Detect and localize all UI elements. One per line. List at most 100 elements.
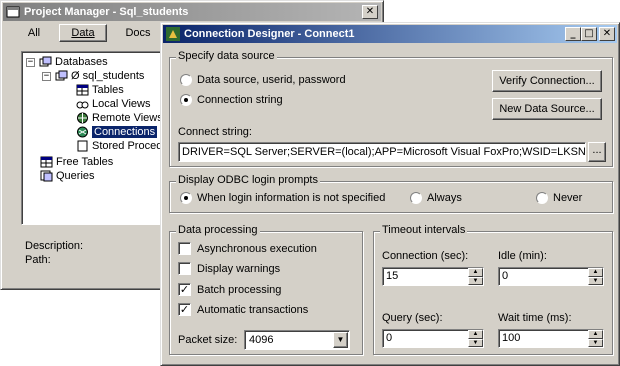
tree-label: Stored Proced <box>92 140 163 152</box>
spin-down-icon[interactable]: ▼ <box>588 276 603 285</box>
automatic-transactions-option[interactable]: ✓ Automatic transactions <box>178 303 308 316</box>
tab-all[interactable]: All <box>19 25 49 43</box>
tab-data-label: Data <box>71 27 95 39</box>
query-timeout-spinner[interactable]: 0 ▲ ▼ <box>382 329 484 348</box>
queries-icon <box>40 170 53 182</box>
table-icon <box>76 84 89 96</box>
spin-down-icon[interactable]: ▼ <box>468 276 483 285</box>
minimize-button[interactable]: _ <box>565 27 581 41</box>
connect-string-input[interactable]: DRIVER=SQL Server;SERVER=(local);APP=Mic… <box>178 142 586 162</box>
packet-size-label: Packet size: <box>178 334 238 346</box>
collapse-icon[interactable]: − <box>26 57 35 67</box>
prompt-always-radio[interactable] <box>410 192 422 204</box>
dsn-option[interactable]: Data source, userid, password <box>180 74 346 86</box>
async-execution-option[interactable]: Asynchronous execution <box>178 242 317 255</box>
connection-timeout-value: 15 <box>386 270 399 282</box>
connections-icon <box>77 126 88 138</box>
tree-item-connections[interactable]: Connections <box>76 125 158 139</box>
tree-label: Remote Views <box>92 112 163 124</box>
dsn-radio[interactable] <box>180 74 192 86</box>
tree-label: Databases <box>55 56 108 68</box>
connection-string-option-label: Connection string <box>197 94 283 106</box>
batch-processing-option[interactable]: ✓ Batch processing <box>178 283 281 296</box>
local-views-icon <box>76 101 89 109</box>
prompt-never-option[interactable]: Never <box>536 192 582 204</box>
data-processing-group: Data processing Asynchronous execution D… <box>169 224 363 355</box>
tree-item-free-tables[interactable]: Free Tables <box>40 155 113 169</box>
connect-string-label: Connect string: <box>178 126 252 138</box>
display-warnings-checkbox[interactable] <box>178 262 191 275</box>
wait-time-value: 100 <box>502 332 521 344</box>
spin-up-icon[interactable]: ▲ <box>468 330 483 339</box>
tree-item-databases[interactable]: − Databases <box>26 55 108 69</box>
tree-item-queries[interactable]: Queries <box>40 169 95 183</box>
free-tables-icon <box>40 156 53 168</box>
display-warnings-label: Display warnings <box>197 262 281 275</box>
query-timeout-value: 0 <box>386 332 393 344</box>
tree-item-local-views[interactable]: Local Views <box>76 97 151 111</box>
connection-designer-titlebar[interactable]: Connection Designer - Connect1 <box>163 25 617 43</box>
async-execution-checkbox[interactable] <box>178 242 191 255</box>
spin-up-icon[interactable]: ▲ <box>588 268 603 277</box>
new-data-source-button[interactable]: New Data Source... <box>492 98 602 120</box>
display-warnings-option[interactable]: Display warnings <box>178 262 280 275</box>
tree-label: Ø sql_students <box>71 70 145 82</box>
tree-label: Queries <box>56 170 95 182</box>
databases-icon <box>39 56 52 67</box>
description-label: Description: <box>25 240 84 252</box>
connection-designer-window: Connection Designer - Connect1 _ □ ✕ Spe… <box>160 22 620 366</box>
idle-timeout-label: Idle (min): <box>498 250 547 262</box>
spin-up-icon[interactable]: ▲ <box>468 268 483 277</box>
data-source-group: Specify data source Data source, userid,… <box>169 50 613 167</box>
connection-string-option[interactable]: Connection string <box>180 94 283 106</box>
idle-timeout-value: 0 <box>502 270 509 282</box>
wait-time-label: Wait time (ms): <box>498 312 572 324</box>
spin-up-icon[interactable]: ▲ <box>588 330 603 339</box>
batch-processing-checkbox[interactable]: ✓ <box>178 283 191 296</box>
collapse-icon[interactable]: − <box>42 71 51 81</box>
path-label: Path: <box>25 254 51 266</box>
verify-connection-button[interactable]: Verify Connection... <box>492 70 602 92</box>
close-button[interactable]: ✕ <box>599 27 615 41</box>
timeout-intervals-group: Timeout intervals Connection (sec): 15 ▲… <box>373 224 613 355</box>
database-icon <box>55 70 68 81</box>
connection-designer-title: Connection Designer - Connect1 <box>184 28 355 40</box>
chevron-down-icon[interactable]: ▼ <box>333 332 348 348</box>
timeout-intervals-group-label: Timeout intervals <box>380 224 468 236</box>
odbc-prompts-group-label: Display ODBC login prompts <box>176 174 320 186</box>
automatic-transactions-checkbox[interactable]: ✓ <box>178 303 191 316</box>
async-execution-label: Asynchronous execution <box>197 242 317 255</box>
dsn-option-label: Data source, userid, password <box>197 74 346 86</box>
project-manager-titlebar[interactable]: Project Manager - Sql_students <box>3 3 381 21</box>
tab-data[interactable]: Data <box>59 24 107 42</box>
prompt-never-radio[interactable] <box>536 192 548 204</box>
spin-down-icon[interactable]: ▼ <box>588 338 603 347</box>
project-icon <box>6 6 20 18</box>
idle-timeout-spinner[interactable]: 0 ▲ ▼ <box>498 267 604 286</box>
prompt-never-label: Never <box>553 192 583 204</box>
connection-string-radio[interactable] <box>180 94 192 106</box>
prompt-always-option[interactable]: Always <box>410 192 462 204</box>
maximize-button[interactable]: □ <box>581 27 597 41</box>
project-manager-close-button[interactable]: ✕ <box>362 5 378 19</box>
prompt-when-label: When login information is not specified <box>197 192 386 204</box>
connection-timeout-spinner[interactable]: 15 ▲ ▼ <box>382 267 484 286</box>
tree-item-stored-procedures[interactable]: Stored Proced <box>76 139 162 153</box>
spin-down-icon[interactable]: ▼ <box>468 338 483 347</box>
tree-label: Local Views <box>92 98 151 110</box>
data-processing-group-label: Data processing <box>176 224 260 236</box>
wait-time-spinner[interactable]: 100 ▲ ▼ <box>498 329 604 348</box>
tree-item-sql-students[interactable]: − Ø sql_students <box>42 69 144 83</box>
stored-procedures-icon <box>77 140 88 152</box>
packet-size-select[interactable]: 4096 ▼ <box>244 330 350 350</box>
connect-string-browse-button[interactable]: ... <box>588 142 606 162</box>
tree-item-tables[interactable]: Tables <box>76 83 124 97</box>
tree-item-remote-views[interactable]: Remote Views <box>76 111 163 125</box>
remote-views-icon <box>77 112 88 124</box>
query-timeout-label: Query (sec): <box>382 312 443 324</box>
tree-label: Tables <box>92 84 124 96</box>
batch-processing-label: Batch processing <box>197 283 282 296</box>
prompt-when-radio[interactable] <box>180 192 192 204</box>
tab-docs[interactable]: Docs <box>119 25 157 43</box>
prompt-when-option[interactable]: When login information is not specified <box>180 192 385 204</box>
